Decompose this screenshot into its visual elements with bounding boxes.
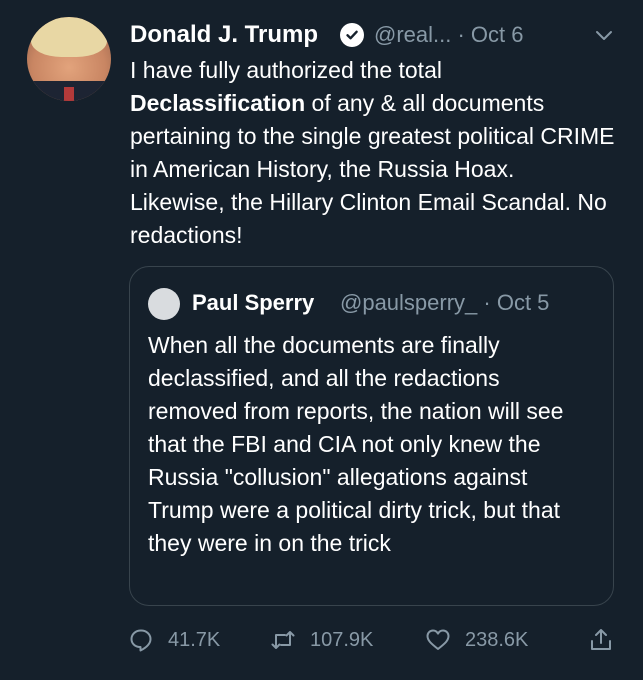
like-count: 238.6K	[465, 628, 529, 651]
reply-icon	[130, 629, 152, 652]
tweet-header: Donald J. Trump @real... · Oct 6	[130, 20, 631, 50]
quoted-tweet[interactable]: Paul Sperry @paulsperry_ · Oct 5 When al…	[129, 266, 614, 606]
author-handle-date[interactable]: @real... · Oct 6	[374, 20, 523, 50]
like-button[interactable]: 238.6K	[425, 620, 528, 660]
tweet-actions: 41.7K 107.9K 238.6K	[0, 620, 643, 660]
avatar-tie	[64, 87, 74, 101]
retweet-icon	[271, 631, 295, 649]
author-avatar[interactable]	[27, 17, 111, 101]
tweet-text-part1: I have fully authorized the total	[130, 57, 442, 83]
reply-button[interactable]: 41.7K	[128, 620, 220, 660]
heart-icon	[426, 629, 450, 650]
tweet-text: I have fully authorized the total Declas…	[130, 54, 615, 252]
tweet-text-bold: Declassification	[130, 90, 306, 116]
quoted-author-avatar	[148, 288, 180, 320]
retweet-count: 107.9K	[310, 628, 374, 651]
share-icon	[591, 629, 611, 650]
retweet-button[interactable]: 107.9K	[270, 620, 373, 660]
quoted-author-name: Paul Sperry	[192, 290, 315, 315]
verified-badge-icon	[340, 23, 364, 47]
quoted-author-handle-date: @paulsperry_ · Oct 5	[340, 290, 550, 315]
share-button[interactable]	[588, 620, 628, 660]
chevron-down-icon[interactable]	[593, 24, 615, 46]
reply-count: 41.7K	[168, 628, 221, 651]
avatar-hair	[31, 17, 107, 57]
author-name[interactable]: Donald J. Trump	[130, 20, 318, 50]
quoted-tweet-text: When all the documents are finally decla…	[148, 332, 564, 556]
